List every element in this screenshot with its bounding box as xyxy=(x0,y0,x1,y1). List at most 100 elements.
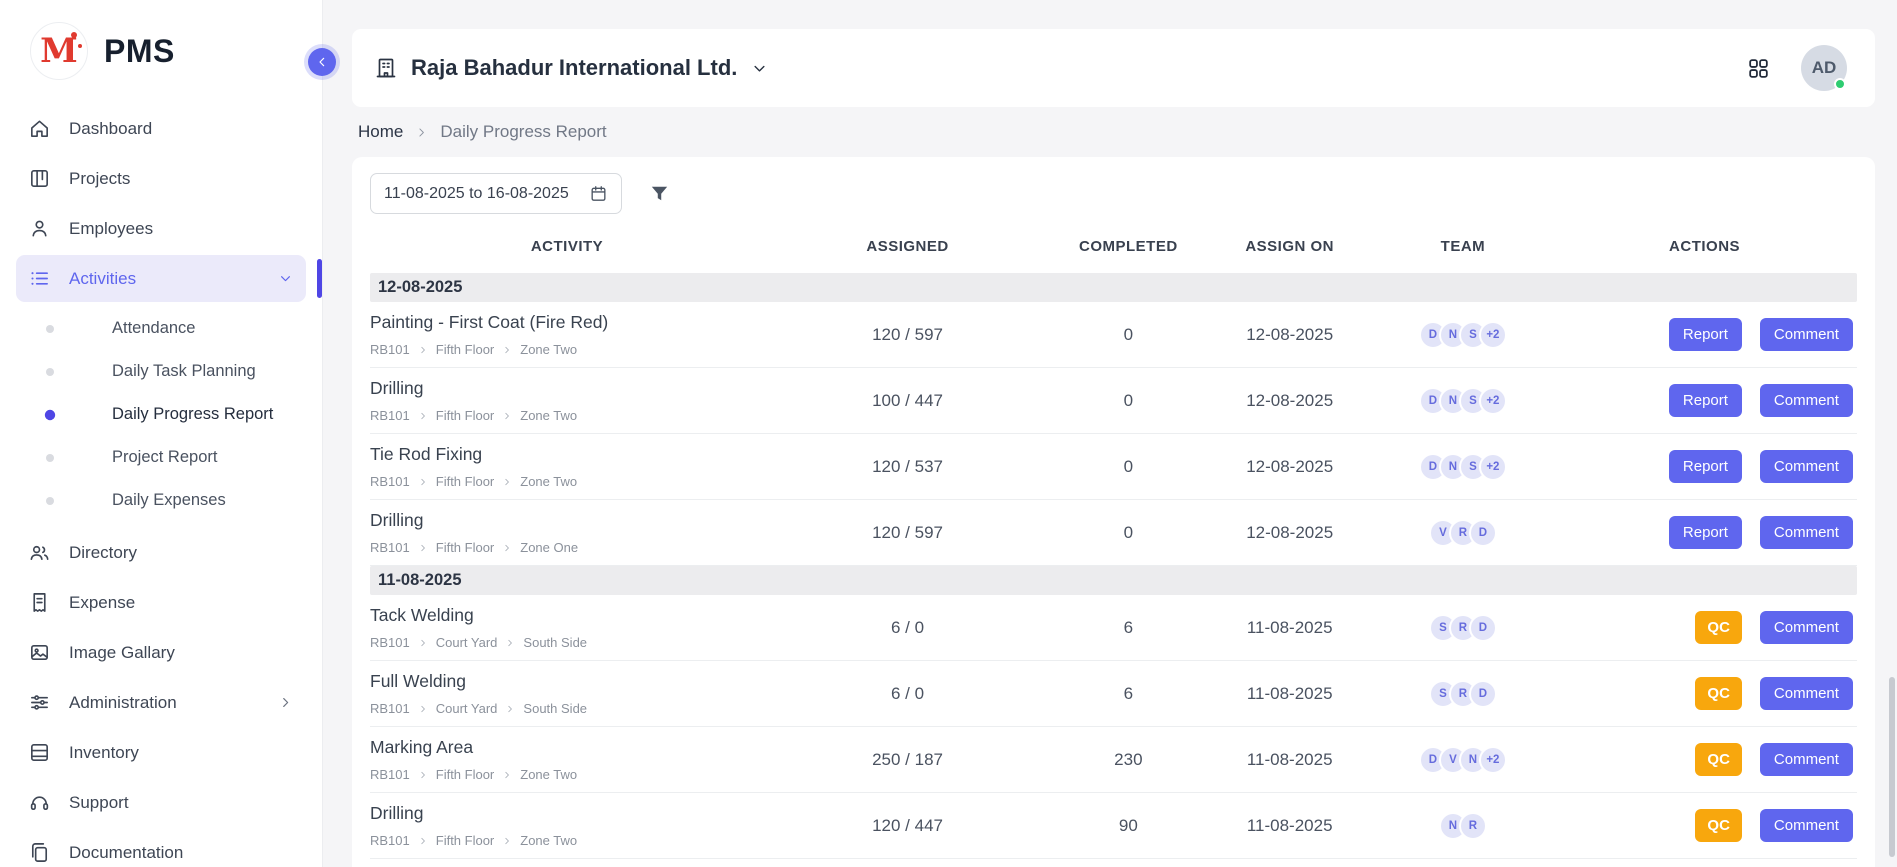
sidebar-item-expense[interactable]: Expense xyxy=(16,579,306,626)
path-segment: RB101 xyxy=(370,833,410,848)
path-chevron-icon xyxy=(505,638,515,648)
sidebar-subitem-project-report[interactable]: Project Report xyxy=(16,436,306,479)
chevron-right-icon xyxy=(277,694,294,711)
report-button[interactable]: Report xyxy=(1669,384,1742,417)
user-avatar[interactable]: AD xyxy=(1801,45,1847,91)
sidebar-subitem-daily-progress-report[interactable]: Daily Progress Report xyxy=(16,393,306,436)
logo-letter: M xyxy=(40,34,78,68)
activity-location-path: RB101Court YardSouth Side xyxy=(370,635,754,650)
sidebar-subitem-daily-task-planning[interactable]: Daily Task Planning xyxy=(16,350,306,393)
activity-location-path: RB101Fifth FloorZone Two xyxy=(370,408,754,423)
directory-icon xyxy=(28,541,51,564)
qc-button[interactable]: QC xyxy=(1695,809,1742,842)
completed-value: 0 xyxy=(1051,523,1206,543)
sidebar-item-support[interactable]: Support xyxy=(16,779,306,826)
completed-value: 6 xyxy=(1051,684,1206,704)
team-avatars: DNS+2 xyxy=(1374,453,1552,481)
date-range-value: 11-08-2025 to 16-08-2025 xyxy=(384,185,569,203)
administration-icon xyxy=(28,691,51,714)
sidebar-item-label: Image Gallary xyxy=(69,643,175,663)
activity-title: Drilling xyxy=(370,803,754,824)
activity-location-path: RB101Fifth FloorZone One xyxy=(370,540,754,555)
comment-button[interactable]: Comment xyxy=(1760,516,1853,549)
calendar-icon xyxy=(589,184,608,203)
assigned-value: 6 / 0 xyxy=(764,684,1051,704)
sidebar-item-inventory[interactable]: Inventory xyxy=(16,729,306,776)
sidebar-item-dashboard[interactable]: Dashboard xyxy=(16,105,306,152)
comment-button[interactable]: Comment xyxy=(1760,809,1853,842)
chevron-down-icon xyxy=(750,59,769,78)
progress-table: ACTIVITY ASSIGNED COMPLETED ASSIGN ON TE… xyxy=(370,226,1857,859)
table-row: Painting - First Coat (Fire Red)RB101Fif… xyxy=(370,302,1857,368)
path-segment: South Side xyxy=(523,701,587,716)
filter-icon xyxy=(648,182,671,205)
path-chevron-icon xyxy=(418,770,428,780)
report-button[interactable]: Report xyxy=(1669,450,1742,483)
sidebar-item-label: Expense xyxy=(69,593,135,613)
path-segment: Zone Two xyxy=(520,474,577,489)
sidebar-item-image-gallary[interactable]: Image Gallary xyxy=(16,629,306,676)
breadcrumb-home[interactable]: Home xyxy=(358,122,403,142)
comment-button[interactable]: Comment xyxy=(1760,743,1853,776)
activity-title: Drilling xyxy=(370,510,754,531)
assigned-value: 120 / 537 xyxy=(764,457,1051,477)
app-name: PMS xyxy=(104,33,175,70)
logo-dot xyxy=(78,44,82,48)
scrollbar[interactable] xyxy=(1889,677,1895,857)
team-avatars: DNS+2 xyxy=(1374,387,1552,415)
sidebar-subitem-daily-expenses[interactable]: Daily Expenses xyxy=(16,479,306,522)
activity-location-path: RB101Fifth FloorZone Two xyxy=(370,474,754,489)
path-segment: RB101 xyxy=(370,635,410,650)
sidebar-item-label: Employees xyxy=(69,219,153,239)
completed-value: 0 xyxy=(1051,391,1206,411)
path-chevron-icon xyxy=(418,345,428,355)
company-selector[interactable]: Raja Bahadur International Ltd. xyxy=(374,55,769,81)
team-extra-count: +2 xyxy=(1479,387,1507,415)
comment-button[interactable]: Comment xyxy=(1760,677,1853,710)
activity-title: Tie Rod Fixing xyxy=(370,444,754,465)
assign-on-date: 11-08-2025 xyxy=(1206,816,1374,836)
sidebar-subitem-label: Daily Task Planning xyxy=(112,362,256,381)
sidebar-subitem-label: Daily Progress Report xyxy=(112,405,273,424)
apps-grid-button[interactable] xyxy=(1746,56,1771,81)
comment-button[interactable]: Comment xyxy=(1760,611,1853,644)
sidebar-item-projects[interactable]: Projects xyxy=(16,155,306,202)
sidebar-item-administration[interactable]: Administration xyxy=(16,679,306,726)
qc-button[interactable]: QC xyxy=(1695,611,1742,644)
bullet-icon xyxy=(46,368,54,376)
comment-button[interactable]: Comment xyxy=(1760,318,1853,351)
apps-grid-icon xyxy=(1746,56,1771,81)
assign-on-date: 11-08-2025 xyxy=(1206,750,1374,770)
assign-on-date: 12-08-2025 xyxy=(1206,391,1374,411)
comment-button[interactable]: Comment xyxy=(1760,384,1853,417)
path-chevron-icon xyxy=(418,638,428,648)
documentation-icon xyxy=(28,841,51,864)
sidebar-item-documentation[interactable]: Documentation xyxy=(16,829,306,867)
sidebar-item-activities[interactable]: Activities xyxy=(16,255,306,302)
activity-location-path: RB101Fifth FloorZone Two xyxy=(370,833,754,848)
team-member-avatar: R xyxy=(1459,812,1487,840)
path-chevron-icon xyxy=(505,704,515,714)
report-button[interactable]: Report xyxy=(1669,516,1742,549)
sidebar-item-employees[interactable]: Employees xyxy=(16,205,306,252)
date-range-input[interactable]: 11-08-2025 to 16-08-2025 xyxy=(370,173,622,214)
team-extra-count: +2 xyxy=(1479,453,1507,481)
comment-button[interactable]: Comment xyxy=(1760,450,1853,483)
column-header-assign-on: ASSIGN ON xyxy=(1206,238,1374,255)
table-row: Tack WeldingRB101Court YardSouth Side6 /… xyxy=(370,595,1857,661)
assigned-value: 250 / 187 xyxy=(764,750,1051,770)
report-button[interactable]: Report xyxy=(1669,318,1742,351)
path-segment: Zone Two xyxy=(520,408,577,423)
qc-button[interactable]: QC xyxy=(1695,743,1742,776)
sidebar-subitem-attendance[interactable]: Attendance xyxy=(16,307,306,350)
logo-icon: M xyxy=(30,22,88,80)
table-row: DrillingRB101Fifth FloorZone One120 / 59… xyxy=(370,500,1857,566)
sidebar-item-directory[interactable]: Directory xyxy=(16,529,306,576)
sidebar-item-label: Documentation xyxy=(69,843,183,863)
qc-button[interactable]: QC xyxy=(1695,677,1742,710)
chevron-down-icon xyxy=(277,270,294,287)
filter-button[interactable] xyxy=(648,182,671,205)
activity-title: Marking Area xyxy=(370,737,754,758)
path-chevron-icon xyxy=(502,836,512,846)
sidebar-collapse-button[interactable] xyxy=(308,48,336,76)
